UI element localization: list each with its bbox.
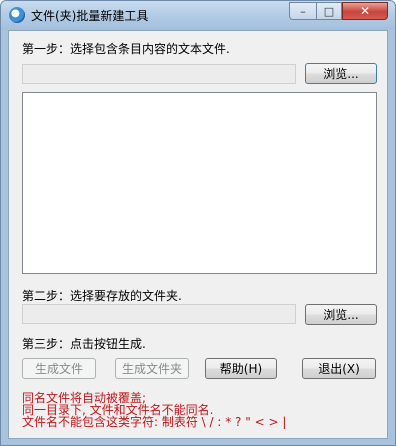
close-icon: ✕ (359, 4, 371, 18)
browse-folder-button-label: 浏览... (323, 308, 359, 322)
note-invalid-chars: 文件名不能包含这类字符: 制表符 \ / : * ? " < > | (22, 415, 287, 429)
maximize-icon: □ (323, 4, 335, 18)
step2-label: 第二步：选择要存放的文件夹. (22, 289, 182, 303)
browse-file-button-label: 浏览... (323, 67, 359, 81)
exit-button[interactable]: 退出(X) (302, 358, 376, 379)
help-button-label: 帮助(H) (219, 362, 263, 376)
minimize-icon: – (300, 4, 306, 18)
maximize-button[interactable]: □ (316, 2, 342, 20)
browse-folder-button[interactable]: 浏览... (305, 304, 377, 325)
generate-folders-button[interactable]: 生成文件夹 (115, 358, 189, 379)
client-area: 第一步：选择包含条目内容的文本文件. 浏览... 第二步：选择要存放的文件夹. … (8, 30, 388, 439)
step3-label: 第三步：点击按钮生成. (22, 337, 146, 351)
target-folder-path-field[interactable] (22, 304, 296, 324)
generate-files-button[interactable]: 生成文件 (22, 358, 96, 379)
browse-file-button[interactable]: 浏览... (305, 63, 377, 84)
step1-label: 第一步：选择包含条目内容的文本文件. (22, 42, 230, 56)
window-title: 文件(夹)批量新建工具 (31, 9, 149, 23)
title-bar[interactable]: 文件(夹)批量新建工具 – □ ✕ (1, 1, 395, 30)
exit-button-label: 退出(X) (318, 362, 360, 376)
generate-folders-button-label: 生成文件夹 (121, 362, 182, 376)
close-button[interactable]: ✕ (342, 2, 388, 20)
help-button[interactable]: 帮助(H) (205, 358, 277, 379)
source-file-path-field[interactable] (22, 64, 296, 84)
app-icon (9, 7, 25, 23)
minimize-button[interactable]: – (289, 2, 316, 20)
app-window: 文件(夹)批量新建工具 – □ ✕ 第一步：选择包含条目内容的文本文件. 浏览.… (0, 0, 396, 446)
generate-files-button-label: 生成文件 (34, 362, 83, 376)
content-list-box[interactable] (22, 92, 377, 274)
